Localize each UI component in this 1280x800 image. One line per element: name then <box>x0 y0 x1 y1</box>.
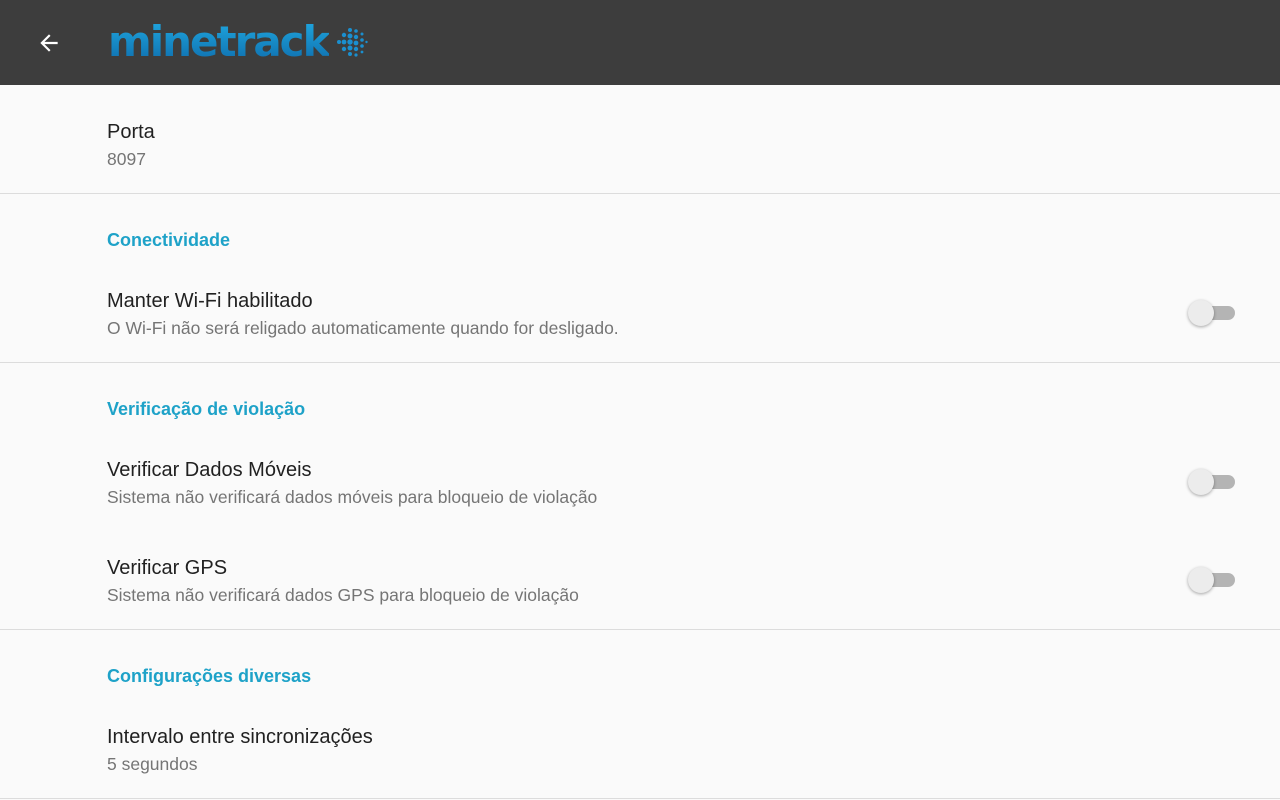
gps-setting[interactable]: Verificar GPS Sistema não verificará dad… <box>107 556 1280 606</box>
mobile-data-setting[interactable]: Verificar Dados Móveis Sistema não verif… <box>107 458 1280 508</box>
category-violation: Verificação de violação <box>107 399 306 419</box>
divider <box>0 362 1280 363</box>
app-bar: minetrack <box>0 0 1280 85</box>
arrow-back-icon <box>40 34 58 52</box>
category-misc: Configurações diversas <box>107 666 312 686</box>
port-value: 8097 <box>107 149 146 169</box>
divider <box>0 629 1280 630</box>
sync-interval-title: Intervalo entre sincronizações <box>107 726 373 748</box>
sync-interval-setting[interactable]: Intervalo entre sincronizações 5 segundo… <box>107 725 1280 775</box>
keep-wifi-title: Manter Wi-Fi habilitado <box>107 290 313 312</box>
keep-wifi-switch[interactable] <box>1188 299 1236 327</box>
keep-wifi-setting[interactable]: Manter Wi-Fi habilitado O Wi-Fi não será… <box>107 289 1280 339</box>
keep-wifi-summary: O Wi-Fi não será religado automaticament… <box>107 318 619 338</box>
switch-thumb <box>1188 300 1214 326</box>
gps-switch[interactable] <box>1188 566 1236 594</box>
sync-interval-value: 5 segundos <box>107 754 198 774</box>
mobile-data-title: Verificar Dados Móveis <box>107 459 312 481</box>
gps-summary: Sistema não verificará dados GPS para bl… <box>107 585 579 605</box>
divider <box>0 193 1280 194</box>
back-button[interactable] <box>36 30 62 56</box>
divider <box>0 798 1280 799</box>
port-setting[interactable]: Porta 8097 <box>107 120 1280 170</box>
logo-wordmark: minetrack <box>108 17 331 66</box>
mobile-data-summary: Sistema não verificará dados móveis para… <box>107 487 598 507</box>
switch-thumb <box>1188 469 1214 495</box>
app-logo: minetrack <box>108 20 369 64</box>
category-connectivity: Conectividade <box>107 230 231 250</box>
gps-title: Verificar GPS <box>107 557 228 579</box>
switch-thumb <box>1188 567 1214 593</box>
dotted-globe-icon <box>336 28 368 57</box>
port-title: Porta <box>107 121 155 143</box>
mobile-data-switch[interactable] <box>1188 468 1236 496</box>
